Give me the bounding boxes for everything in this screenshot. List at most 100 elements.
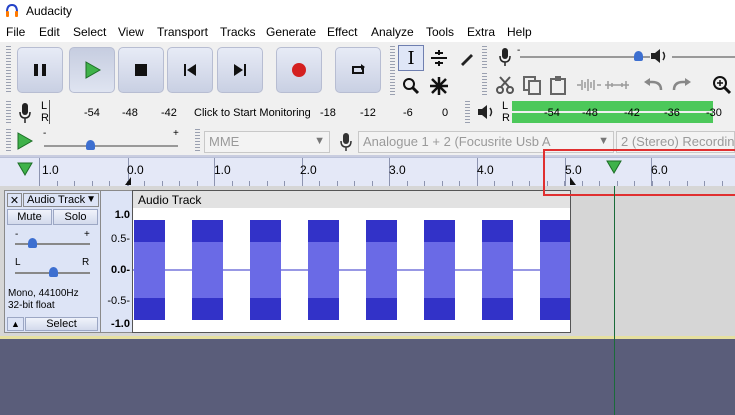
solo-button[interactable]: Solo (53, 209, 98, 225)
meter-right-label: R (41, 112, 49, 124)
menu-select[interactable]: Select (73, 25, 106, 39)
toolbar-grip[interactable] (6, 101, 11, 125)
zoom-in-icon[interactable] (712, 75, 732, 95)
playback-level-right (512, 113, 713, 123)
recording-channels-value: 2 (Stereo) Recording C (621, 134, 735, 149)
pan-left-label: L (15, 257, 21, 268)
gain-slider-thumb[interactable] (28, 238, 37, 248)
pause-icon (34, 64, 46, 76)
audio-burst-rms (424, 242, 455, 298)
highlight-annotation-box (543, 149, 735, 196)
toolbar-grip[interactable] (482, 73, 487, 97)
click-to-start-monitoring[interactable]: Click to Start Monitoring (194, 107, 311, 119)
meter-tick: 0 (442, 107, 449, 119)
trim-audio-icon[interactable] (576, 77, 602, 93)
meter-left-label: L (41, 100, 48, 112)
track-format-info: Mono, 44100Hz (8, 288, 79, 299)
slider-thumb[interactable] (634, 51, 643, 61)
playback-meter-speaker-icon[interactable] (477, 104, 495, 120)
menu-extra[interactable]: Extra (467, 25, 495, 39)
skip-end-icon (234, 64, 246, 76)
menu-file[interactable]: File (6, 25, 25, 39)
track-bit-depth: 32-bit float (8, 300, 55, 311)
play-at-speed-icon[interactable] (17, 132, 33, 150)
record-icon (292, 63, 306, 77)
toolbar-grip[interactable] (465, 101, 470, 125)
menu-analyze[interactable]: Analyze (371, 25, 414, 39)
toolbar-grip[interactable] (6, 129, 11, 153)
gain-slider[interactable] (15, 243, 90, 245)
waveform[interactable] (133, 208, 570, 332)
silence-audio-icon[interactable] (604, 77, 630, 93)
toolbar-grip[interactable] (390, 46, 395, 96)
menu-generate[interactable]: Generate (266, 25, 316, 39)
speed-slider-thumb[interactable] (86, 140, 95, 150)
cut-icon[interactable] (495, 75, 515, 95)
audio-host-select[interactable]: MME ▼ (204, 131, 330, 153)
selection-tool[interactable]: I (398, 45, 424, 71)
envelope-icon (431, 50, 447, 66)
stop-button[interactable] (118, 47, 164, 93)
recording-volume-slider[interactable] (520, 56, 650, 58)
audio-host-value: MME (209, 134, 240, 149)
mute-button[interactable]: Mute (7, 209, 52, 225)
meter-tick: -6 (403, 107, 413, 119)
meter-tick: -12 (360, 107, 376, 119)
toolbar-grip[interactable] (6, 46, 11, 94)
skip-to-start-button[interactable] (167, 47, 213, 93)
ruler-label: 1.0 (214, 163, 231, 177)
skip-start-icon (184, 64, 196, 76)
scale-label: 0.0- (111, 264, 130, 276)
audio-clip[interactable]: Audio Track (132, 190, 571, 333)
meter-tick: -54 (84, 107, 100, 119)
copy-icon[interactable] (522, 75, 542, 95)
menu-transport[interactable]: Transport (157, 25, 208, 39)
play-speed-slider[interactable] (44, 145, 178, 147)
menu-tracks[interactable]: Tracks (220, 25, 256, 39)
selection-start-marker-icon (125, 177, 131, 185)
redo-icon[interactable] (670, 77, 692, 93)
select-track-button[interactable]: Select (25, 317, 98, 331)
paste-icon[interactable] (548, 75, 568, 95)
meter-tick: -42 (624, 107, 640, 119)
play-button[interactable] (69, 47, 115, 93)
record-meter-microphone-icon[interactable] (17, 102, 33, 124)
menu-tools[interactable]: Tools (426, 25, 454, 39)
playback-volume-slider[interactable] (672, 56, 735, 58)
menu-effect[interactable]: Effect (327, 25, 357, 39)
meter-tick: -30 (706, 107, 722, 119)
menu-edit[interactable]: Edit (39, 25, 60, 39)
zoom-tool[interactable] (398, 73, 424, 99)
toolbar-grip[interactable] (195, 129, 200, 153)
loop-button[interactable] (335, 47, 381, 93)
menu-view[interactable]: View (118, 25, 144, 39)
audio-burst-rms (482, 242, 513, 298)
meter-tick: -54 (544, 107, 560, 119)
envelope-tool[interactable] (426, 45, 452, 71)
track-bottom-border (0, 336, 735, 339)
playback-right-label: R (502, 112, 510, 124)
audio-burst-rms (192, 242, 223, 298)
vertical-scale[interactable]: 1.0 0.5- 0.0- -0.5- -1.0 (101, 190, 133, 333)
menu-help[interactable]: Help (507, 25, 532, 39)
audio-burst-rms (250, 242, 281, 298)
clip-title-bar[interactable]: Audio Track (133, 191, 570, 208)
draw-tool[interactable] (454, 45, 480, 71)
pause-button[interactable] (17, 47, 63, 93)
toolbar-grip[interactable] (482, 46, 487, 70)
magnifier-icon (403, 78, 420, 95)
track-control-panel: ✕ Audio Track ▼ Mute Solo - + L R Mono, 4… (4, 190, 101, 333)
collapse-track-button[interactable]: ▲ (7, 317, 24, 331)
ruler-label: 0.0 (127, 163, 144, 177)
audio-burst-rms (134, 242, 165, 298)
record-button[interactable] (276, 47, 322, 93)
close-track-button[interactable]: ✕ (7, 193, 22, 207)
pan-slider-thumb[interactable] (49, 267, 58, 277)
pin-playhead-icon[interactable] (17, 162, 33, 176)
multi-tool[interactable] (426, 73, 452, 99)
undo-icon[interactable] (643, 77, 665, 93)
track-name-menu[interactable]: Audio Track ▼ (23, 193, 99, 207)
skip-to-end-button[interactable] (217, 47, 263, 93)
scale-label: -0.5- (107, 295, 130, 307)
chevron-down-icon: ▼ (314, 135, 325, 147)
